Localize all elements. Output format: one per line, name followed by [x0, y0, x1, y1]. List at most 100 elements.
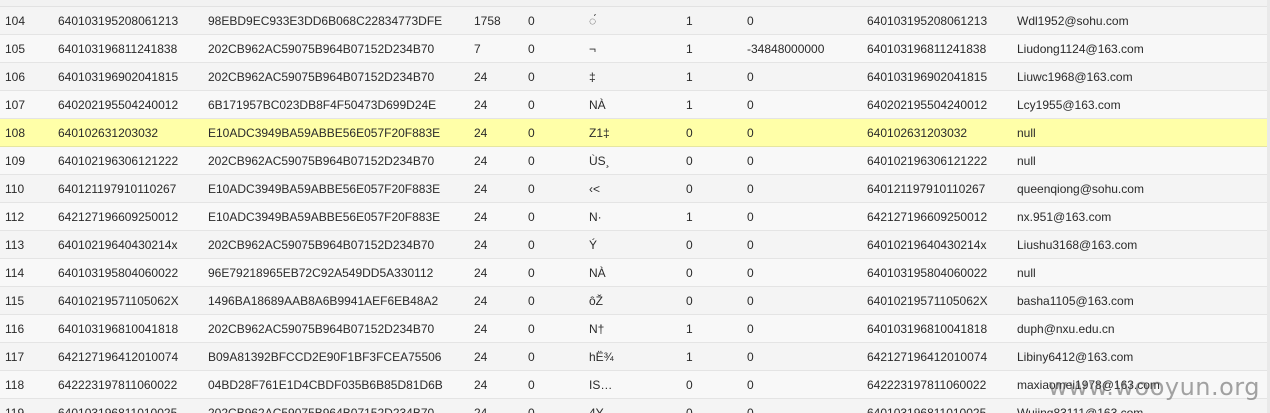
field-count-cell: 24 [474, 238, 488, 252]
id-number-copy-cell: 640102631203032 [867, 126, 968, 140]
id-number-copy-cell: 642223197811060022 [867, 378, 987, 392]
field-flag-cell: 0 [528, 42, 535, 56]
timestamp-value-cell: 0 [747, 98, 754, 112]
email-address-cell: Libiny6412@163.com [1017, 350, 1134, 364]
table-row[interactable]: 118 642223197811060022 04BD28F761E1D4CBDF0… [0, 371, 1270, 399]
id-number-cell: 642127196412010074 [58, 350, 179, 364]
password-hash-cell: 6B171957BC023DB8F4F50473D699D24E [208, 98, 437, 112]
password-hash-cell: 202CB962AC59075B964B07152D234B70 [208, 42, 435, 56]
garbled-text-cell: Z1‡ [589, 126, 610, 140]
field-count-cell: 1758 [474, 14, 501, 28]
table-row[interactable]: 109 640102196306121222 202CB962AC59075B964… [0, 147, 1270, 175]
timestamp-value-cell: 0 [747, 322, 754, 336]
row-id-cell: 107 [5, 98, 26, 112]
table-row[interactable]: 106 640103196902041815 202CB962AC59075B964… [0, 63, 1270, 91]
id-number-copy-cell: 640102196306121222 [867, 154, 988, 168]
garbled-text-cell: N† [589, 322, 605, 336]
field-count-cell: 24 [474, 378, 488, 392]
field-count-cell: 24 [474, 182, 488, 196]
field-flag-cell: 0 [528, 322, 535, 336]
row-id-cell: 118 [5, 378, 25, 392]
id-number-cell: 64010219640430214x [58, 238, 178, 252]
field-count-cell: 24 [474, 126, 488, 140]
id-number-copy-cell: 64010219640430214x [867, 238, 987, 252]
table-row[interactable]: 116 640103196810041818 202CB962AC59075B964… [0, 315, 1270, 343]
password-hash-cell: 98EBD9EC933E3DD6B068C22834773DFE [208, 14, 443, 28]
timestamp-value-cell: 0 [747, 154, 754, 168]
table-row[interactable]: 114 640103195804060022 96E79218965EB72C92A… [0, 259, 1270, 287]
table-row[interactable]: 104 640103195208061213 98EBD9EC933E3DD6B06… [0, 7, 1270, 35]
field-count-cell: 24 [474, 266, 488, 280]
password-hash-cell: 1496BA18689AAB8A6B9941AEF6EB48A2 [208, 294, 439, 308]
row-id-cell: 114 [5, 266, 25, 280]
id-number-cell: 640103196811241838 [58, 42, 178, 56]
row-id-cell: 110 [5, 182, 25, 196]
password-hash-cell: 202CB962AC59075B964B07152D234B70 [208, 322, 435, 336]
password-hash-cell: E10ADC3949BA59ABBE56E057F20F883E [208, 210, 441, 224]
password-hash-cell: 04BD28F761E1D4CBDF035B6B85D81D6B [208, 378, 443, 392]
email-address-cell: queenqiong@sohu.com [1017, 182, 1144, 196]
status-flag-cell: 1 [686, 14, 693, 28]
email-address-cell: Wdl1952@sohu.com [1017, 14, 1129, 28]
table-row[interactable]: 108 640102631203032 E10ADC3949BA59ABBE56E0… [0, 119, 1270, 147]
id-number-cell: 640103195804060022 [58, 266, 179, 280]
password-hash-cell: E10ADC3949BA59ABBE56E057F20F883E [208, 126, 441, 140]
id-number-copy-cell: 640103196811241838 [867, 42, 987, 56]
table-row[interactable]: 105 640103196811241838 202CB962AC59075B964… [0, 35, 1270, 63]
row-id-cell: 105 [5, 42, 26, 56]
table-row[interactable]: 112 642127196609250012 E10ADC3949BA59ABBE5… [0, 203, 1270, 231]
timestamp-value-cell: 0 [747, 294, 754, 308]
id-number-cell: 640103196902041815 [58, 70, 179, 84]
status-flag-cell: 0 [686, 126, 693, 140]
email-address-cell: duph@nxu.edu.cn [1017, 322, 1115, 336]
table-top-edge [0, 0, 1270, 7]
email-address-cell: Liushu3168@163.com [1017, 238, 1138, 252]
table-body: 104 640103195208061213 98EBD9EC933E3DD6B06… [0, 7, 1270, 413]
field-flag-cell: 0 [528, 406, 535, 413]
timestamp-value-cell: 0 [747, 266, 754, 280]
table-row[interactable]: 119 640103196811010025 202CB962AC59075B964… [0, 399, 1270, 413]
timestamp-value-cell: 0 [747, 406, 754, 413]
field-flag-cell: 0 [528, 350, 535, 364]
status-flag-cell: 1 [686, 210, 693, 224]
id-number-copy-cell: 642127196412010074 [867, 350, 988, 364]
table-row[interactable]: 117 642127196412010074 B09A81392BFCCD2E90F… [0, 343, 1270, 371]
field-flag-cell: 0 [528, 294, 535, 308]
id-number-cell: 64010219571105062X [58, 294, 179, 308]
garbled-text-cell: hË¾ [589, 350, 614, 364]
timestamp-value-cell: -34848000000 [747, 42, 825, 56]
data-table: 104 640103195208061213 98EBD9EC933E3DD6B06… [0, 0, 1270, 413]
table-row[interactable]: 110 640121197910110267 E10ADC3949BA59ABBE5… [0, 175, 1270, 203]
status-flag-cell: 1 [686, 350, 693, 364]
status-flag-cell: 0 [686, 238, 693, 252]
field-flag-cell: 0 [528, 98, 535, 112]
id-number-copy-cell: 64010219571105062X [867, 294, 988, 308]
id-number-cell: 642223197811060022 [58, 378, 178, 392]
field-count-cell: 24 [474, 210, 488, 224]
id-number-cell: 640103196810041818 [58, 322, 179, 336]
field-count-cell: 7 [474, 42, 481, 56]
garbled-text-cell: 4Y [589, 406, 604, 413]
status-flag-cell: 0 [686, 182, 693, 196]
email-address-cell: nx.951@163.com [1017, 210, 1112, 224]
email-address-cell: Liuwc1968@163.com [1017, 70, 1133, 84]
table-row[interactable]: 113 64010219640430214x 202CB962AC59075B964… [0, 231, 1270, 259]
password-hash-cell: 202CB962AC59075B964B07152D234B70 [208, 238, 435, 252]
field-flag-cell: 0 [528, 126, 535, 140]
table-row[interactable]: 107 640202195504240012 6B171957BC023DB8F4F… [0, 91, 1270, 119]
field-flag-cell: 0 [528, 266, 535, 280]
row-id-cell: 117 [5, 350, 25, 364]
password-hash-cell: 202CB962AC59075B964B07152D234B70 [208, 406, 435, 413]
garbled-text-cell: N· [589, 210, 602, 224]
field-count-cell: 24 [474, 322, 488, 336]
garbled-text-cell: ‹< [589, 182, 601, 196]
garbled-text-cell: NÀ [589, 98, 606, 112]
table-row[interactable]: 115 64010219571105062X 1496BA18689AAB8A6B9… [0, 287, 1270, 315]
timestamp-value-cell: 0 [747, 238, 754, 252]
field-count-cell: 24 [474, 98, 488, 112]
status-flag-cell: 1 [686, 42, 693, 56]
garbled-text-cell: ôŽ [589, 294, 604, 308]
password-hash-cell: 202CB962AC59075B964B07152D234B70 [208, 70, 435, 84]
field-flag-cell: 0 [528, 210, 535, 224]
status-flag-cell: 0 [686, 378, 693, 392]
